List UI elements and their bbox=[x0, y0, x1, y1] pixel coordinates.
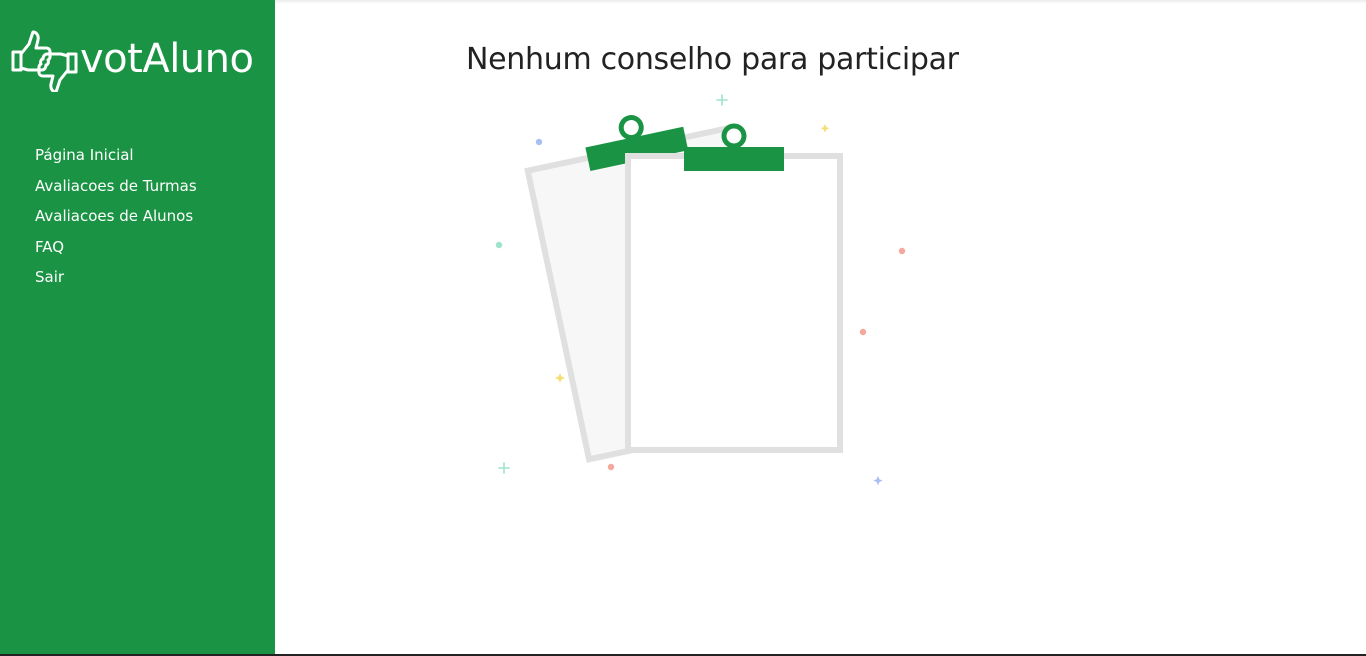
sidebar-item-pagina-inicial[interactable]: Página Inicial bbox=[35, 143, 197, 174]
sidebar-item-faq[interactable]: FAQ bbox=[35, 235, 197, 266]
top-divider bbox=[275, 0, 1366, 4]
sidebar: votAluno Página Inicial Avaliacoes de Tu… bbox=[0, 0, 275, 656]
sidebar-item-avaliacoes-alunos[interactable]: Avaliacoes de Alunos bbox=[35, 204, 197, 235]
sidebar-item-sair[interactable]: Sair bbox=[35, 265, 197, 296]
front-clipboard-clip bbox=[684, 147, 784, 171]
app-root: votAluno Página Inicial Avaliacoes de Tu… bbox=[0, 0, 1366, 656]
sidebar-item-avaliacoes-turmas[interactable]: Avaliacoes de Turmas bbox=[35, 174, 197, 205]
logo[interactable]: votAluno bbox=[10, 30, 265, 92]
page-title: Nenhum conselho para participar bbox=[466, 42, 959, 77]
logo-text: votAluno bbox=[80, 36, 254, 82]
front-clipboard bbox=[625, 153, 843, 453]
clipboards-illustration bbox=[495, 94, 906, 486]
thumbs-up-down-icon bbox=[11, 30, 78, 92]
front-clipboard-ring bbox=[721, 123, 747, 149]
sidebar-nav: Página Inicial Avaliacoes de Turmas Aval… bbox=[35, 143, 197, 296]
